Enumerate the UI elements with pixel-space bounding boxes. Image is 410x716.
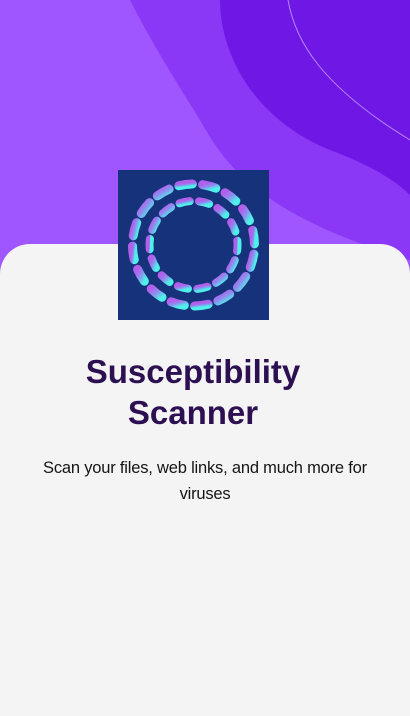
logo-ring-dash xyxy=(220,188,241,206)
app-logo xyxy=(118,170,269,320)
logo-ring-dash xyxy=(211,272,229,287)
logo-ring-dash xyxy=(195,197,214,208)
logo-ring-dash xyxy=(227,218,240,236)
logo-ring-dash xyxy=(166,297,189,310)
logo-ring-dash xyxy=(157,271,174,286)
logo-ring-dash xyxy=(190,299,213,311)
logo-ring-dash xyxy=(147,254,160,272)
logo-ring-dash xyxy=(198,180,221,193)
logo-ring-dash xyxy=(245,249,259,272)
logo-ring-dash xyxy=(174,179,197,191)
logo-ring-dash xyxy=(226,256,239,274)
logo-ring-dash xyxy=(193,282,212,293)
logo-ring-dash xyxy=(232,272,251,292)
logo-ring-dash xyxy=(148,216,161,234)
logo-ring-dash xyxy=(158,203,176,218)
logo-ring-dash xyxy=(175,197,194,208)
logo-ring-dash xyxy=(146,284,167,302)
scanner-rings-icon xyxy=(128,179,259,311)
logo-ring-dash xyxy=(173,282,192,293)
logo-ring-dash xyxy=(152,184,174,201)
logo-ring-dash xyxy=(213,204,230,219)
logo-ring-dash xyxy=(128,241,139,265)
onboarding-screen: Susceptibility Scanner Scan your files, … xyxy=(0,0,410,716)
logo-ring-dash xyxy=(213,289,235,306)
title-line-2: Scanner xyxy=(127,394,259,431)
page-title: Susceptibility Scanner xyxy=(0,351,386,433)
logo-ring-dash xyxy=(136,198,155,218)
page-description: Scan your files, web links, and much mor… xyxy=(43,459,367,503)
logo-ring-dash xyxy=(248,225,259,249)
logo-ring-dash xyxy=(128,218,142,241)
logo-ring-dash xyxy=(238,204,254,226)
logo-ring-dash xyxy=(133,264,149,286)
title-line-1: Susceptibility xyxy=(85,353,301,390)
